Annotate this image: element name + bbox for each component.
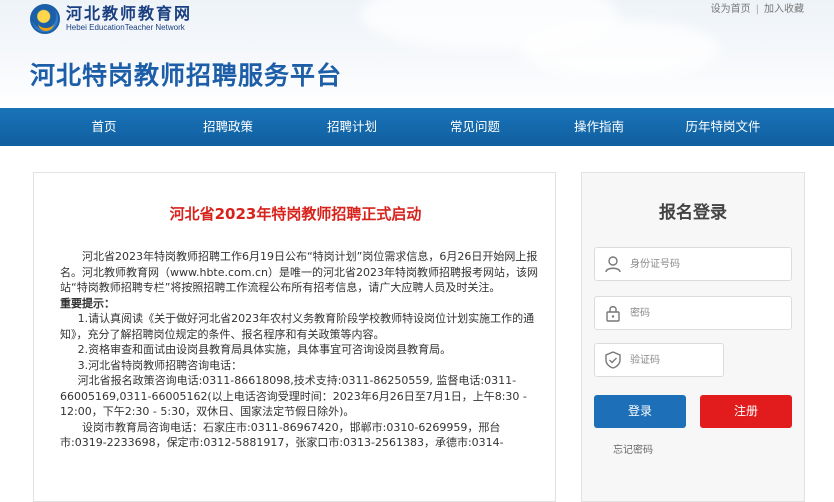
notice-heading: 重要提示： — [60, 296, 115, 310]
login-panel: 报名登录 登录 注册 忘记密码 — [581, 172, 805, 502]
add-favorite-link[interactable]: 加入收藏 — [764, 4, 804, 15]
nav-item-home[interactable]: 首页 — [91, 108, 116, 146]
id-number-field[interactable] — [594, 247, 792, 281]
announcement-card: 河北省2023年特岗教师招聘正式启动 河北省2023年特岗教师招聘工作6月19日… — [33, 172, 556, 502]
nav-item-faq[interactable]: 常见问题 — [450, 108, 500, 146]
id-number-input[interactable] — [628, 257, 782, 271]
password-input[interactable] — [628, 306, 782, 320]
notice-item-1: 1.请认真阅读《关于做好河北省2023年农村义务教育阶段学校教师特设岗位计划实施… — [60, 312, 535, 341]
set-home-link[interactable]: 设为首页 — [711, 4, 751, 15]
register-button[interactable]: 注册 — [700, 395, 792, 428]
forgot-password-link[interactable]: 忘记密码 — [613, 441, 653, 456]
announcement-body: 河北省2023年特岗教师招聘工作6月19日公布“特岗计划”岗位需求信息，6月26… — [60, 249, 538, 451]
password-field[interactable] — [594, 296, 792, 330]
header-cloud-decoration — [520, 20, 720, 80]
site-logo[interactable]: 河北教师教育网 Hebei EducationTeacher Network — [30, 4, 192, 34]
main-nav: 首页 招聘政策 招聘计划 常见问题 操作指南 历年特岗文件 — [0, 108, 834, 146]
lock-icon — [606, 306, 620, 322]
site-title: 河北特岗教师招聘服务平台 — [30, 61, 343, 90]
login-title: 报名登录 — [659, 203, 727, 223]
captcha-field[interactable] — [594, 343, 724, 377]
user-icon — [605, 256, 621, 273]
announcement-intro: 河北省2023年特岗教师招聘工作6月19日公布“特岗计划”岗位需求信息，6月26… — [60, 250, 539, 294]
login-button[interactable]: 登录 — [594, 395, 686, 428]
announcement-title[interactable]: 河北省2023年特岗教师招聘正式启动 — [34, 203, 557, 224]
site-header: 河北教师教育网 Hebei EducationTeacher Network 设… — [0, 0, 834, 108]
logo-text: 河北教师教育网 Hebei EducationTeacher Network — [66, 5, 192, 33]
logo-english-name: Hebei EducationTeacher Network — [66, 23, 185, 32]
notice-item-2: 2.资格审查和面试由设岗县教育局具体实施，具体事宜可咨询设岗县教育局。 — [77, 343, 452, 356]
nav-item-past-files[interactable]: 历年特岗文件 — [685, 108, 760, 146]
notice-item-3: 3.河北省特岗教师招聘咨询电话： — [77, 358, 243, 372]
logo-emblem-icon — [30, 4, 60, 34]
nav-item-policy[interactable]: 招聘政策 — [203, 108, 253, 146]
logo-chinese-name: 河北教师教育网 — [66, 4, 193, 23]
nav-item-guide[interactable]: 操作指南 — [574, 108, 624, 146]
notice-item-3-detail: 河北省报名政策咨询电话:0311-86618098,技术支持:0311-8625… — [60, 374, 527, 418]
top-links-separator: | — [755, 4, 759, 15]
top-links: 设为首页 | 加入收藏 — [711, 0, 804, 15]
captcha-input[interactable] — [628, 353, 722, 367]
notice-item-3-cities: 设岗市教育局咨询电话：石家庄市:0311-86967420，邯郸市:0310-6… — [60, 420, 504, 450]
nav-item-plan[interactable]: 招聘计划 — [327, 108, 377, 146]
shield-check-icon — [605, 351, 621, 369]
